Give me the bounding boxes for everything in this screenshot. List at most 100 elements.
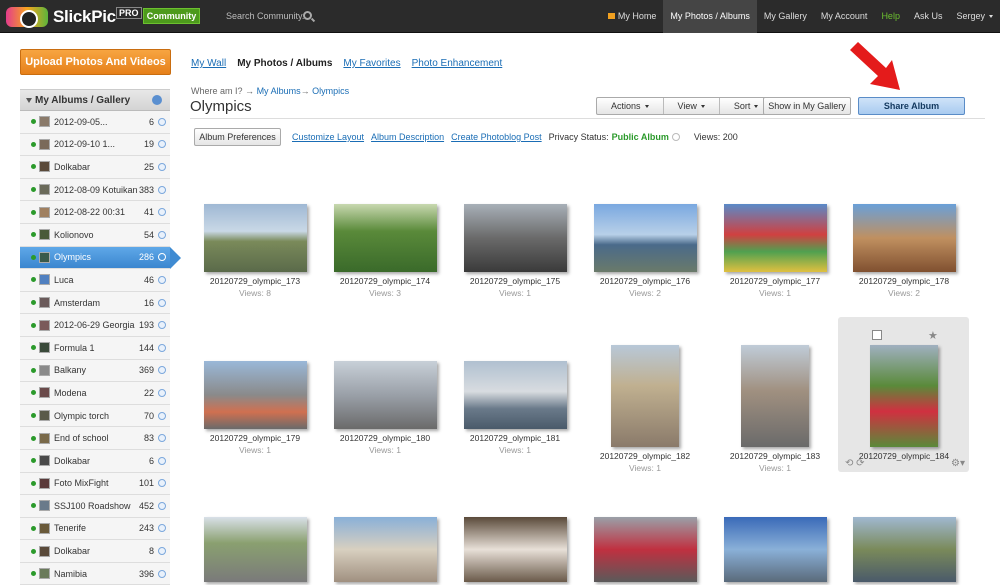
tab-my-wall[interactable]: My Wall [191,58,226,69]
photo-tile[interactable]: 20120729_olympic_181 Views: 1 [450,361,580,455]
tab-my-photos-albums[interactable]: My Photos / Albums [237,58,332,69]
photo-thumbnail[interactable] [852,517,956,582]
gear-icon[interactable] [152,95,162,105]
sidebar-album-item[interactable]: 2012-08-22 00:31 41 [20,201,170,224]
photo-tile[interactable]: 20120729_olympic_180 Views: 1 [320,361,450,455]
photo-tile[interactable]: 20120729_olympic_178 Views: 2 [839,204,969,298]
add-icon[interactable] [158,524,166,533]
photo-tile[interactable]: 20120729_olympic_182 Views: 1 [580,345,710,473]
photo-tile[interactable]: 20120729_olympic_177 Views: 1 [710,204,840,298]
add-icon[interactable] [158,366,166,375]
breadcrumb-my-albums[interactable]: My Albums [257,86,301,96]
add-icon[interactable] [158,343,166,352]
nav-my-gallery[interactable]: My Gallery [757,0,814,33]
photo-thumbnail[interactable] [463,361,567,429]
sidebar-album-item[interactable]: Balkany 369 [20,359,170,383]
photo-tile[interactable]: 20120729_olympic_183 Views: 1 [710,345,840,473]
search-icon[interactable] [303,11,312,20]
sidebar-album-item[interactable]: Amsterdam 16 [20,291,170,315]
add-icon[interactable] [158,456,166,465]
add-icon[interactable] [158,140,166,149]
photo-thumbnail[interactable] [463,517,567,582]
view-button[interactable]: View [664,98,720,114]
photo-tile[interactable] [710,517,840,582]
sidebar-album-item[interactable]: Dolkabar 25 [20,156,170,179]
create-photoblog-link[interactable]: Create Photoblog Post [451,132,542,142]
add-icon[interactable] [158,501,166,510]
select-checkbox[interactable] [872,330,882,340]
add-icon[interactable] [158,162,166,171]
add-icon[interactable] [158,185,166,194]
album-description-link[interactable]: Album Description [371,132,444,142]
photo-thumbnail[interactable] [593,517,697,582]
photo-thumbnail[interactable] [723,204,827,272]
add-icon[interactable] [158,388,166,397]
photo-tile[interactable] [190,517,320,582]
photo-tile[interactable]: 20120729_olympic_184 [839,345,969,463]
sidebar-album-item[interactable]: Modena 22 [20,382,170,405]
breadcrumb-olympics[interactable]: Olympics [312,86,349,96]
photo-thumbnail[interactable] [463,204,567,272]
add-icon[interactable] [158,230,166,239]
nav-ask-us[interactable]: Ask Us [907,0,950,33]
sidebar-album-item[interactable]: Foto MixFight 101 [20,472,170,496]
sidebar-album-item[interactable]: 2012-08-09 Kotuikan 383 [20,178,170,202]
photo-thumbnail[interactable] [203,361,307,429]
add-icon[interactable] [158,547,166,556]
actions-button[interactable]: Actions [597,98,664,114]
upload-photos-button[interactable]: Upload Photos And Videos ⬆ [20,49,171,92]
tab-my-favorites[interactable]: My Favorites [343,58,400,69]
add-icon[interactable] [158,434,166,443]
nav-my-account[interactable]: My Account [814,0,875,33]
album-preferences-button[interactable]: Album Preferences [194,128,281,146]
sidebar-album-item[interactable]: End of school 83 [20,427,170,450]
sidebar-album-item[interactable]: Formula 1 144 [20,336,170,360]
add-icon[interactable] [158,298,166,307]
show-in-gallery-button[interactable]: Show in My Gallery [763,97,851,115]
sidebar-album-item[interactable]: 2012-09-10 1... 19 [20,133,170,157]
photo-thumbnail[interactable] [333,204,437,272]
star-icon[interactable]: ★ [928,329,938,342]
add-icon[interactable] [158,275,166,284]
add-icon[interactable] [158,117,166,126]
photo-thumbnail[interactable] [333,361,437,429]
photo-thumbnail[interactable] [203,517,307,582]
help-icon[interactable] [671,133,680,141]
logo[interactable]: SlickPic PRO [6,5,142,29]
photo-tile[interactable] [580,517,710,582]
photo-tile[interactable]: 20120729_olympic_176 Views: 2 [580,204,710,298]
sidebar-album-item[interactable]: Dolkabar 6 [20,449,170,473]
photo-thumbnail[interactable] [593,204,697,272]
nav-help[interactable]: Help [874,0,907,33]
sidebar-album-item[interactable]: Kolionovo 54 [20,223,170,247]
nav-user-menu[interactable]: Sergey [949,0,1000,33]
photo-thumbnail[interactable] [870,345,938,447]
sidebar-album-item[interactable]: 2012-09-05... 6 [20,111,170,134]
photo-thumbnail[interactable] [333,517,437,582]
sidebar-album-item[interactable]: 2012-06-29 Georgia 193 [20,314,170,337]
add-icon[interactable] [158,253,166,262]
photo-thumbnail[interactable] [203,204,307,272]
community-button[interactable]: Community [143,8,200,24]
add-icon[interactable] [158,479,166,488]
sidebar-album-item[interactable]: SSJ100 Roadshow 452 [20,495,170,518]
privacy-status-value[interactable]: Public Album [612,132,669,142]
add-icon[interactable] [158,569,166,578]
add-icon[interactable] [158,208,166,217]
photo-tile[interactable] [320,517,450,582]
photo-tile[interactable]: 20120729_olympic_179 Views: 1 [190,361,320,455]
tab-photo-enhancement[interactable]: Photo Enhancement [412,58,503,69]
photo-tile[interactable] [839,517,969,582]
add-icon[interactable] [158,411,166,420]
share-album-button[interactable]: Share Album [858,97,965,115]
sidebar-album-item[interactable]: Luca 46 [20,269,170,292]
sidebar-album-item[interactable]: Olympic torch 70 [20,404,170,428]
customize-layout-link[interactable]: Customize Layout [292,132,364,142]
photo-thumbnail[interactable] [611,345,679,447]
photo-tile[interactable]: 20120729_olympic_175 Views: 1 [450,204,580,298]
sidebar-album-item[interactable]: Dolkabar 8 [20,540,170,563]
photo-tile[interactable]: 20120729_olympic_174 Views: 3 [320,204,450,298]
albums-header[interactable]: My Albums / Gallery [20,90,170,111]
photo-thumbnail[interactable] [741,345,809,447]
nav-my-home[interactable]: My Home [601,0,664,33]
